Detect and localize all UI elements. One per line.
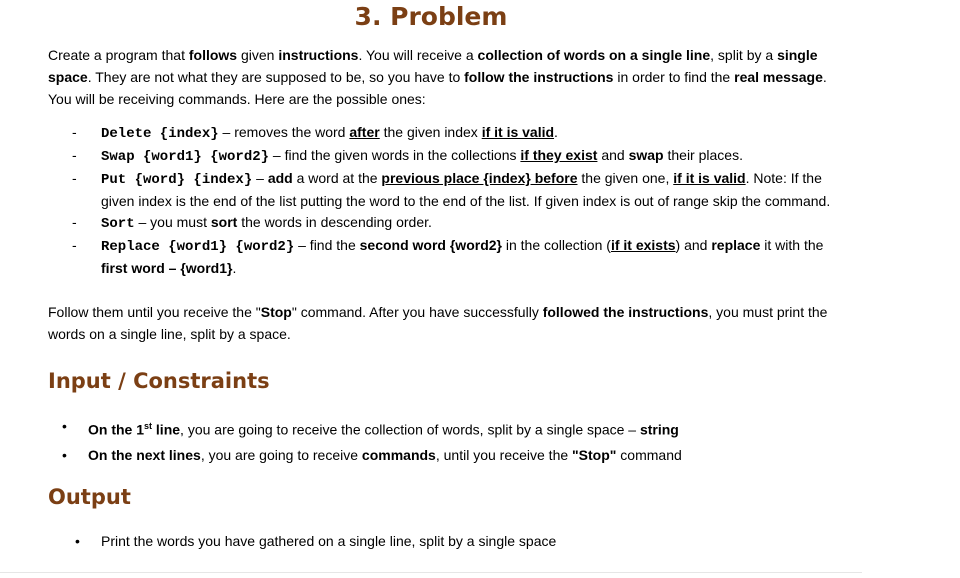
command-put: - Put {word} {index} – add a word at the …	[72, 170, 831, 209]
dash-marker: -	[72, 214, 77, 230]
dash-marker: -	[72, 237, 77, 253]
input-constraints-heading: Input / Constraints	[48, 369, 270, 393]
intro-paragraph: Create a program that follows given inst…	[48, 47, 827, 107]
input-bullet-first-line: • On the 1st line, you are going to recei…	[62, 414, 822, 443]
output-bullet-list: • Print the words you have gathered on a …	[75, 529, 835, 554]
dash-marker: -	[72, 124, 77, 140]
command-replace: - Replace {word1} {word2} – find the seco…	[72, 237, 824, 276]
page-title: 3. Problem	[354, 2, 508, 31]
input-bullet-list: • On the 1st line, you are going to recei…	[62, 414, 822, 468]
output-bullet: • Print the words you have gathered on a …	[75, 529, 835, 554]
bullet-icon: •	[62, 418, 67, 434]
dash-marker: -	[72, 170, 77, 186]
command-list: - Delete {index} – removes the word after…	[72, 122, 832, 279]
bullet-icon: •	[75, 533, 80, 549]
command-delete: - Delete {index} – removes the word after…	[72, 124, 558, 142]
page-bottom-divider	[0, 572, 862, 573]
command-swap: - Swap {word1} {word2} – find the given w…	[72, 147, 743, 165]
input-bullet-next-lines: • On the next lines, you are going to rec…	[62, 443, 822, 468]
output-heading: Output	[48, 485, 131, 509]
follow-paragraph: Follow them until you receive the "Stop"…	[48, 304, 828, 342]
bullet-icon: •	[62, 446, 67, 463]
dash-marker: -	[72, 147, 77, 163]
command-sort: - Sort – you must sort the words in desce…	[72, 214, 432, 232]
